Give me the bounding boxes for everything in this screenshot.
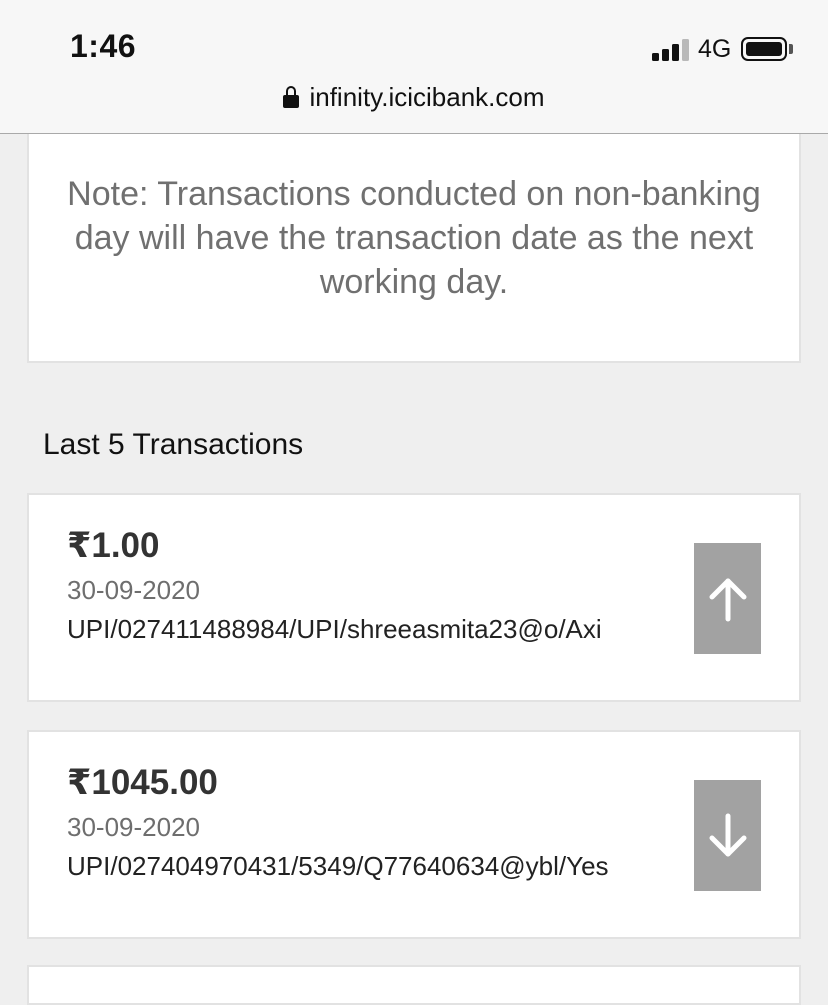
transaction-date: 30-09-2020 [67, 812, 200, 842]
lock-icon [283, 86, 300, 108]
down-arrow-icon [694, 780, 761, 891]
address-bar[interactable]: infinity.icicibank.com [0, 82, 828, 113]
battery-icon [741, 37, 787, 61]
up-arrow-icon [694, 543, 761, 654]
status-bar: 1:46 4G infinity.icicibank.com [0, 0, 828, 134]
transaction-description: UPI/027411488984/UPI/shreeasmita23@o/Axi [67, 614, 602, 644]
transaction-description: UPI/027404970431/5349/Q77640634@ybl/Yes [67, 851, 609, 881]
transaction-amount: ₹1045.00 [67, 763, 218, 802]
transaction-amount: ₹1.00 [67, 526, 160, 565]
transaction-card[interactable]: ₹1.00 30-09-2020 UPI/027411488984/UPI/sh… [27, 493, 801, 702]
note-text: Note: Transactions conducted on non-bank… [67, 175, 761, 301]
signal-strength-icon [652, 39, 690, 61]
battery-cap [789, 44, 793, 54]
transaction-date: 30-09-2020 [67, 575, 200, 605]
status-time: 1:46 [70, 28, 137, 64]
network-type: 4G [698, 35, 732, 63]
note-card: Note: Transactions conducted on non-bank… [27, 134, 801, 363]
section-title: Last 5 Transactions [43, 428, 304, 461]
transaction-card[interactable]: ₹1045.00 30-09-2020 UPI/027404970431/534… [27, 730, 801, 939]
url-text: infinity.icicibank.com [309, 82, 545, 112]
transaction-card[interactable] [27, 965, 801, 1005]
